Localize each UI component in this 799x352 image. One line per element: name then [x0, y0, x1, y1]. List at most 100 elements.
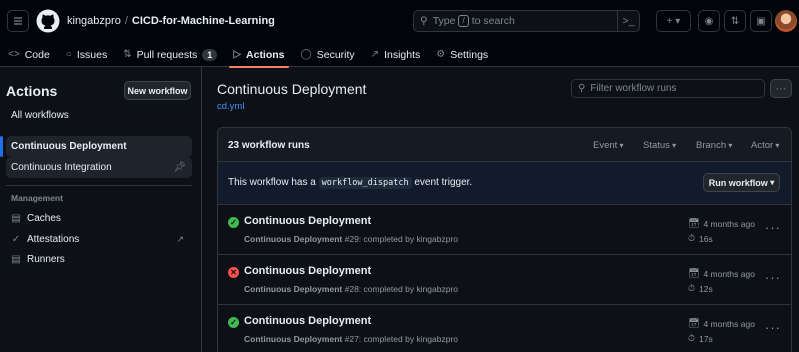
sidebar-item-all-workflows[interactable]: All workflows	[6, 105, 192, 126]
run-date: 📅︎ 4 months ago	[688, 218, 755, 229]
tab-pull-requests[interactable]: ⇅ Pull requests 1	[115, 42, 225, 67]
filter-placeholder: Filter workflow runs	[590, 83, 677, 94]
run-number: #27	[344, 334, 359, 344]
stopwatch-icon: ⏱︎	[688, 333, 696, 343]
issues-button[interactable]: ◉	[698, 10, 720, 32]
run-title[interactable]: Continuous Deployment	[244, 215, 371, 227]
tab-insights[interactable]: ↗ Insights	[363, 42, 429, 67]
run-meta: Continuous Deployment #29: completed by …	[244, 234, 458, 244]
sidebar-item-continuous-deployment[interactable]: Continuous Deployment	[6, 136, 192, 157]
run-duration: ⏱︎ 17s	[688, 333, 713, 344]
search-icon: ⚲	[578, 83, 586, 94]
tab-security[interactable]: ◯ Security	[293, 42, 363, 67]
calendar-icon: 📅︎	[688, 218, 700, 228]
run-duration: ⏱︎ 12s	[688, 283, 713, 294]
run-options-button[interactable]: ···	[765, 220, 781, 235]
success-icon: ✓	[228, 217, 239, 228]
run-title[interactable]: Continuous Deployment	[244, 315, 371, 327]
sidebar-item-label: Runners	[27, 253, 65, 265]
failure-icon: ✕	[228, 267, 239, 278]
graph-icon: ↗	[370, 49, 380, 60]
dispatch-suffix: event trigger.	[414, 177, 473, 188]
stopwatch-icon: ⏱︎	[688, 283, 696, 293]
avatar[interactable]	[775, 10, 797, 32]
pull-request-icon: ⇅	[730, 15, 740, 27]
tab-settings[interactable]: ⚙ Settings	[428, 42, 496, 67]
breadcrumb: kingabzpro / CICD-for-Machine-Learning	[67, 15, 275, 27]
play-icon: ▷	[233, 49, 242, 60]
tab-label: Settings	[450, 48, 489, 61]
pull-requests-button[interactable]: ⇅	[724, 10, 746, 32]
cache-icon: ▤	[11, 212, 21, 224]
search-shortcut-key: /	[458, 15, 469, 27]
new-workflow-button[interactable]: New workflow	[124, 81, 191, 100]
status-filter[interactable]: Status	[643, 140, 676, 151]
success-icon: ✓	[228, 317, 239, 328]
calendar-icon: 📅︎	[688, 268, 700, 278]
run-date: 📅︎ 4 months ago	[688, 268, 755, 279]
tab-label: Pull requests	[136, 48, 198, 61]
plus-icon: + ▾	[666, 15, 681, 27]
run-when: 4 months ago	[703, 268, 755, 279]
workflow-run-row[interactable]: ✓ Continuous Deployment Continuous Deplo…	[218, 205, 791, 255]
runs-list: 23 workflow runs Event Status Branch Act…	[217, 127, 792, 352]
tab-actions[interactable]: ▷ Actions	[225, 42, 292, 68]
runs-header: 23 workflow runs Event Status Branch Act…	[218, 128, 791, 162]
sidebar-divider	[6, 185, 192, 186]
inbox-button[interactable]: ▣	[750, 10, 772, 32]
stopwatch-icon: ⏱︎	[688, 233, 696, 243]
tab-label: Security	[316, 48, 355, 61]
repo-link[interactable]: CICD-for-Machine-Learning	[132, 15, 275, 27]
search-icon: ⚲	[420, 15, 428, 27]
tab-label: Issues	[76, 48, 108, 61]
tab-code[interactable]: <> Code	[0, 42, 58, 67]
dispatch-prefix: This workflow has a	[228, 177, 316, 188]
menu-button[interactable]	[7, 10, 29, 32]
tab-label: Code	[24, 48, 50, 61]
event-filter[interactable]: Event	[593, 140, 624, 151]
run-duration: ⏱︎ 16s	[688, 233, 713, 244]
run-date: 📅︎ 4 months ago	[688, 318, 755, 329]
run-detail: : completed by kingabzpro	[358, 234, 459, 244]
sidebar-item-caches[interactable]: ▤ Caches	[6, 208, 192, 228]
workflow-run-row[interactable]: ✕ Continuous Deployment Continuous Deplo…	[218, 255, 791, 305]
run-workflow-label: Run workflow	[708, 177, 768, 188]
gear-icon: ⚙	[436, 49, 446, 60]
sidebar-item-runners[interactable]: ▤ Runners	[6, 249, 192, 269]
branch-filter[interactable]: Branch	[696, 140, 732, 151]
top-bar: kingabzpro / CICD-for-Machine-Learning ⚲ T…	[0, 0, 799, 68]
run-options-button[interactable]: ···	[765, 270, 781, 285]
run-workflow-button[interactable]: Run workflow ▾	[703, 173, 780, 192]
workflow-file-link[interactable]: cd.yml	[217, 101, 244, 112]
kebab-horizontal-icon: ···	[775, 82, 787, 95]
run-duration-value: 17s	[699, 333, 713, 344]
command-palette-icon[interactable]: >_	[617, 10, 639, 32]
selected-indicator	[0, 136, 3, 157]
external-link-icon: ↗	[176, 233, 184, 244]
workflow-run-row[interactable]: ✓ Continuous Deployment Continuous Deplo…	[218, 305, 791, 352]
run-number: #29	[344, 234, 359, 244]
run-detail: : completed by kingabzpro	[358, 334, 459, 344]
filter-runs-input[interactable]: ⚲ Filter workflow runs	[571, 79, 765, 98]
github-logo-icon[interactable]	[36, 9, 60, 33]
sidebar-item-continuous-integration[interactable]: Continuous Integration 📌︎	[6, 157, 192, 178]
sidebar-item-label: All workflows	[11, 110, 69, 121]
owner-link[interactable]: kingabzpro	[67, 15, 121, 27]
run-title[interactable]: Continuous Deployment	[244, 265, 371, 277]
page-title: Continuous Deployment	[217, 81, 367, 97]
tab-issues[interactable]: ○ Issues	[58, 42, 115, 67]
run-duration-value: 12s	[699, 283, 713, 294]
more-options-button[interactable]: ···	[770, 79, 792, 98]
run-workflow-name: Continuous Deployment	[244, 284, 343, 294]
search-input[interactable]: ⚲ Type / to search >_	[413, 10, 640, 32]
sidebar-item-label: Continuous Integration	[11, 162, 112, 173]
run-meta: Continuous Deployment #27: completed by …	[244, 334, 458, 344]
run-when: 4 months ago	[703, 218, 755, 229]
attestation-icon: ✓	[11, 233, 21, 245]
actor-filter[interactable]: Actor	[751, 140, 779, 151]
run-options-button[interactable]: ···	[765, 320, 781, 335]
dispatch-text: This workflow has a workflow_dispatch ev…	[228, 177, 473, 189]
pin-icon[interactable]: 📌︎	[173, 162, 186, 173]
sidebar-item-attestations[interactable]: ✓ Attestations ↗	[6, 229, 192, 249]
create-new-button[interactable]: + ▾	[656, 10, 691, 32]
